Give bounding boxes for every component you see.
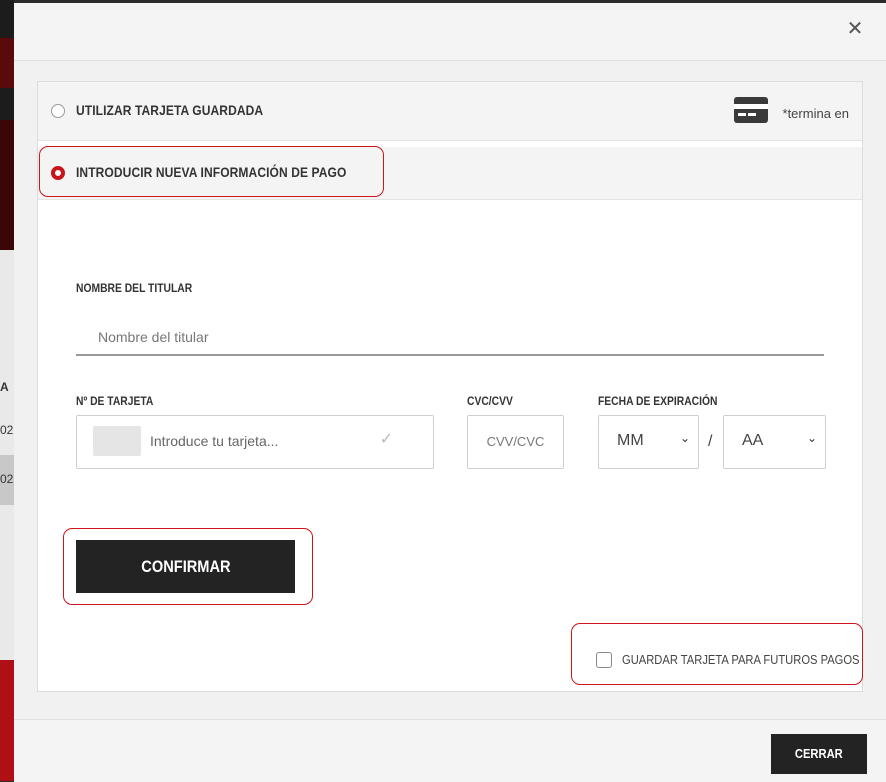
year-value: AA <box>742 432 764 449</box>
background-text: 02 <box>0 472 14 486</box>
credit-card-icon <box>734 97 768 123</box>
chevron-down-icon: ⌄ <box>679 431 690 445</box>
saved-card-option[interactable]: UTILIZAR TARJETA GUARDADA *termina en <box>38 82 862 141</box>
cvc-placeholder: CVV/CVC <box>486 434 545 449</box>
year-select[interactable]: AA ⌄ <box>723 415 826 469</box>
background-text: 02 <box>0 423 14 437</box>
highlight-confirm-button <box>63 528 313 605</box>
saved-card-radio[interactable] <box>51 104 65 118</box>
expiry-separator: / <box>708 433 713 450</box>
expiry-label: FECHA DE EXPIRACIÓN <box>598 394 718 408</box>
background-banner <box>0 38 14 88</box>
close-button[interactable]: CERRAR <box>771 734 867 774</box>
holder-label: NOMBRE DEL TITULAR <box>76 281 193 295</box>
modal-header: ✕ <box>14 3 886 61</box>
highlight-save-card <box>571 623 863 685</box>
close-icon[interactable]: ✕ <box>846 18 864 38</box>
background-text: A <box>0 380 9 394</box>
saved-card-label[interactable]: UTILIZAR TARJETA GUARDADA <box>76 102 263 118</box>
card-number-input[interactable]: Introduce tu tarjeta... ✓ <box>76 415 434 469</box>
chevron-down-icon: ⌄ <box>806 431 817 445</box>
check-icon: ✓ <box>379 429 393 448</box>
background-footer <box>0 660 14 781</box>
highlight-new-card-option <box>39 146 384 197</box>
cvc-label: CVC/CVV <box>467 394 513 408</box>
card-number-label: Nº DE TARJETA <box>76 394 154 408</box>
month-select[interactable]: MM ⌄ <box>598 415 699 469</box>
background-banner <box>0 120 14 250</box>
close-button-label: CERRAR <box>795 746 843 761</box>
modal-footer: CERRAR <box>14 719 886 782</box>
card-number-placeholder: Introduce tu tarjeta... <box>150 433 279 449</box>
cvc-input[interactable]: CVV/CVC <box>467 415 564 469</box>
card-brand-placeholder <box>93 426 141 456</box>
month-value: MM <box>617 432 644 449</box>
payment-modal: ✕ UTILIZAR TARJETA GUARDADA *termina en … <box>14 3 886 782</box>
saved-card-ending: *termina en <box>782 106 849 121</box>
holder-name-input[interactable]: Nombre del titular <box>76 320 824 356</box>
